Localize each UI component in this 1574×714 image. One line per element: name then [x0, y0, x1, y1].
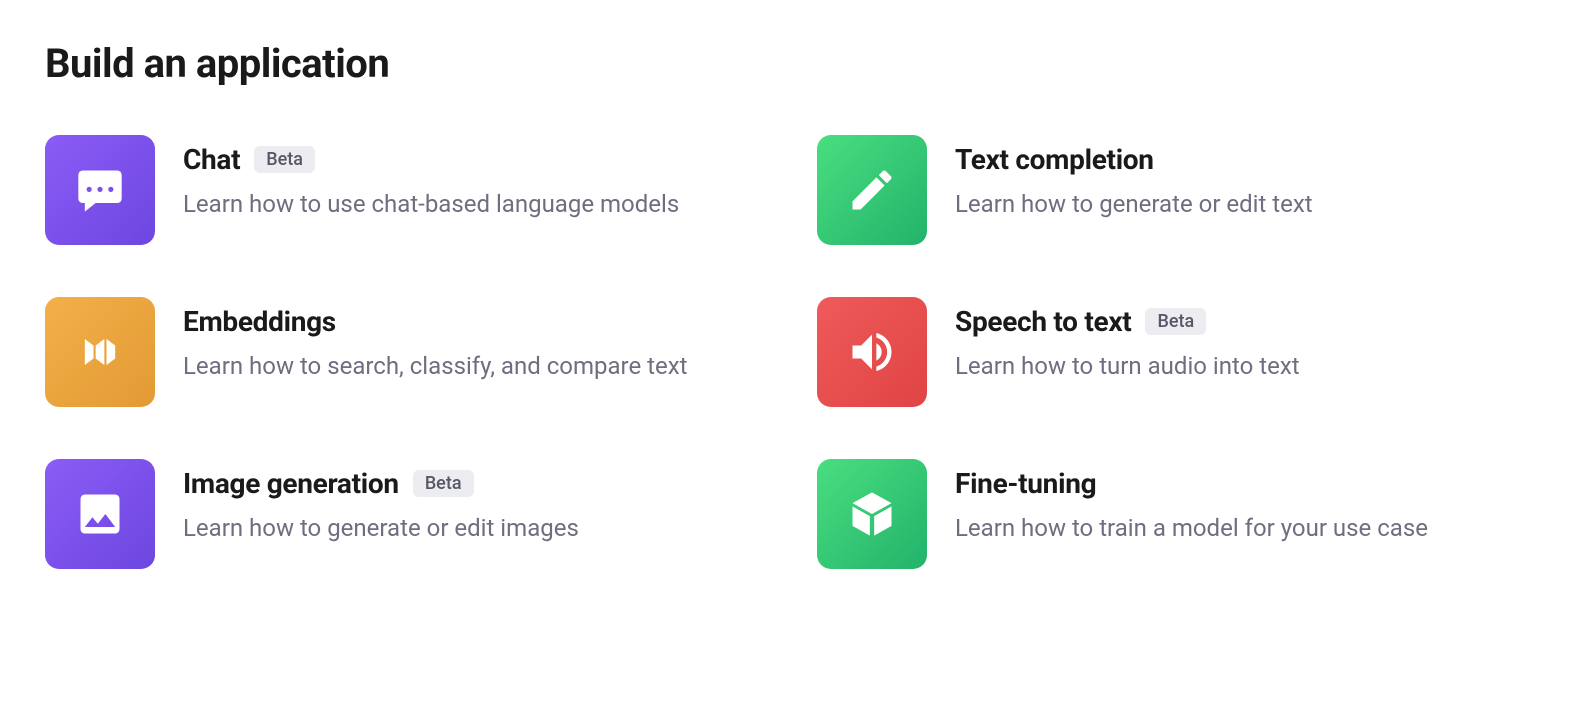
card-chat[interactable]: Chat Beta Learn how to use chat-based la… [45, 135, 757, 245]
cards-grid: Chat Beta Learn how to use chat-based la… [45, 135, 1529, 569]
card-desc: Learn how to use chat-based language mod… [183, 186, 757, 222]
embeddings-icon [45, 297, 155, 407]
cube-icon [817, 459, 927, 569]
image-icon [45, 459, 155, 569]
beta-badge: Beta [413, 470, 474, 497]
card-image-generation[interactable]: Image generation Beta Learn how to gener… [45, 459, 757, 569]
card-desc: Learn how to generate or edit text [955, 186, 1529, 222]
card-header: Speech to text Beta [955, 305, 1529, 338]
beta-badge: Beta [1145, 308, 1206, 335]
card-desc: Learn how to search, classify, and compa… [183, 348, 757, 384]
card-body: Chat Beta Learn how to use chat-based la… [183, 135, 757, 222]
page-title: Build an application [45, 40, 1529, 87]
card-title: Embeddings [183, 305, 336, 338]
card-fine-tuning[interactable]: Fine-tuning Learn how to train a model f… [817, 459, 1529, 569]
card-body: Fine-tuning Learn how to train a model f… [955, 459, 1529, 546]
card-header: Text completion [955, 143, 1529, 176]
card-title: Image generation [183, 467, 399, 500]
card-title: Chat [183, 143, 240, 176]
chat-icon [45, 135, 155, 245]
card-text-completion[interactable]: Text completion Learn how to generate or… [817, 135, 1529, 245]
card-header: Image generation Beta [183, 467, 757, 500]
card-desc: Learn how to turn audio into text [955, 348, 1529, 384]
card-embeddings[interactable]: Embeddings Learn how to search, classify… [45, 297, 757, 407]
card-desc: Learn how to train a model for your use … [955, 510, 1529, 546]
speaker-icon [817, 297, 927, 407]
card-body: Speech to text Beta Learn how to turn au… [955, 297, 1529, 384]
card-speech-to-text[interactable]: Speech to text Beta Learn how to turn au… [817, 297, 1529, 407]
card-title: Text completion [955, 143, 1154, 176]
card-body: Image generation Beta Learn how to gener… [183, 459, 757, 546]
card-desc: Learn how to generate or edit images [183, 510, 757, 546]
beta-badge: Beta [254, 146, 315, 173]
card-body: Text completion Learn how to generate or… [955, 135, 1529, 222]
card-title: Fine-tuning [955, 467, 1096, 500]
card-title: Speech to text [955, 305, 1131, 338]
card-header: Embeddings [183, 305, 757, 338]
card-body: Embeddings Learn how to search, classify… [183, 297, 757, 384]
card-header: Chat Beta [183, 143, 757, 176]
card-header: Fine-tuning [955, 467, 1529, 500]
pencil-icon [817, 135, 927, 245]
